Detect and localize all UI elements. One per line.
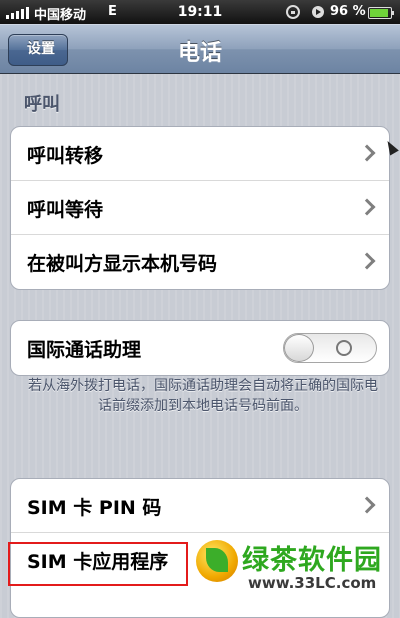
toggle-off-icon [336, 340, 352, 356]
status-bar: 中国移动 E 19:11 96 % [0, 0, 400, 24]
chevron-right-icon [358, 496, 376, 514]
row-label: 呼叫等待 [27, 199, 104, 221]
watermark-url: www.33LC.com [248, 574, 377, 592]
battery-icon [368, 7, 394, 19]
play-icon [312, 6, 324, 18]
chevron-right-icon [358, 198, 376, 216]
row-intl-assist: 国际通话助理 [11, 321, 389, 375]
watermark-name: 绿茶软件园 [242, 545, 382, 576]
intl-assist-description: 若从海外拨打电话，国际通话助理会自动将正确的国际电话前缀添加到本地电话号码前面。 [28, 378, 378, 414]
row-call-forwarding[interactable]: 呼叫转移 [11, 127, 389, 181]
toggle-knob [284, 334, 314, 362]
intl-assist-group: 国际通话助理 [10, 320, 390, 376]
row-label: 在被叫方显示本机号码 [27, 253, 218, 275]
navigation-bar: 设置 电话 [0, 24, 400, 74]
watermark: 绿茶软件园 www.33LC.com [196, 536, 396, 598]
row-label: SIM 卡 PIN 码 [27, 497, 162, 519]
row-sim-pin[interactable]: SIM 卡 PIN 码 [11, 479, 389, 533]
row-call-waiting[interactable]: 呼叫等待 [11, 181, 389, 235]
watermark-logo-icon [196, 540, 238, 582]
rotation-lock-icon [286, 5, 300, 19]
section-header-call: 呼叫 [24, 94, 60, 115]
call-settings-group: 呼叫转移 呼叫等待 在被叫方显示本机号码 [10, 126, 390, 290]
battery-percent: 96 % [330, 4, 366, 19]
row-label: 国际通话助理 [27, 339, 142, 361]
chevron-right-icon [358, 144, 376, 162]
row-show-caller-id[interactable]: 在被叫方显示本机号码 [11, 235, 389, 289]
chevron-right-icon [358, 252, 376, 270]
row-label: 呼叫转移 [27, 145, 104, 167]
intl-assist-toggle[interactable] [283, 333, 377, 363]
highlight-box [8, 542, 188, 586]
page-title: 电话 [177, 41, 222, 66]
